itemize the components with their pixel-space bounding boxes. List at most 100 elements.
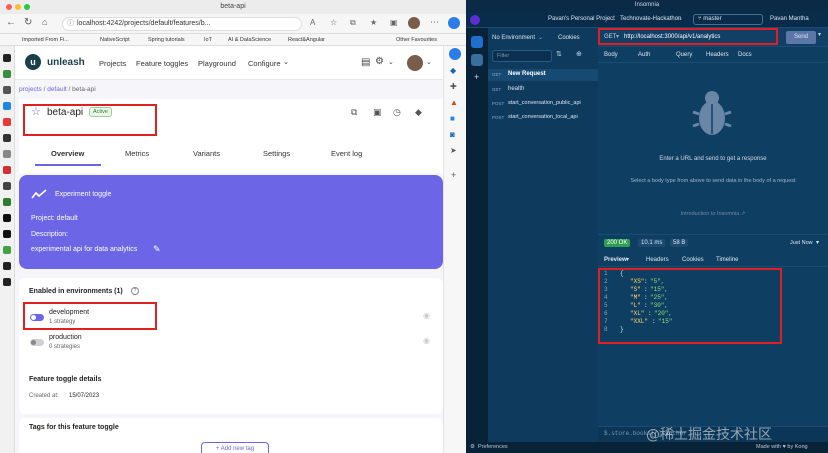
edit-pencil-icon[interactable]: ✎: [153, 244, 161, 255]
project-pp-icon[interactable]: [471, 54, 483, 66]
eye-icon[interactable]: ◉: [423, 336, 430, 345]
response-history-selector[interactable]: Just Now: [790, 240, 813, 246]
sidebar-app-icon[interactable]: [3, 150, 11, 158]
user-avatar[interactable]: [407, 55, 423, 71]
extensions-icon[interactable]: ⧉: [350, 18, 356, 28]
request-name[interactable]: health: [508, 86, 524, 92]
address-bar[interactable]: ⓘ localhost:4242/projects/default/featur…: [62, 17, 302, 31]
docs-icon[interactable]: ▤: [361, 57, 370, 68]
sidebar-app-icon[interactable]: [3, 278, 11, 286]
tools-icon[interactable]: ✚: [450, 82, 457, 91]
sidebar-app-icon[interactable]: [3, 214, 11, 222]
unleash-logo-icon[interactable]: u: [25, 54, 41, 70]
more-menu-icon[interactable]: ⋯: [430, 17, 439, 28]
add-sidebar-item-icon[interactable]: +: [451, 170, 456, 180]
sidebar-app-icon[interactable]: [3, 198, 11, 206]
send-icon[interactable]: ➤: [450, 146, 457, 155]
sidebar-app-icon[interactable]: [3, 54, 11, 62]
nav-playground[interactable]: Playground: [198, 59, 236, 68]
request-name[interactable]: New Request: [508, 71, 546, 77]
tab-headers[interactable]: Headers: [706, 52, 729, 58]
collections-icon[interactable]: ▣: [390, 18, 398, 27]
archive-icon[interactable]: ▣: [373, 107, 382, 118]
user-name[interactable]: Pavan Mantha: [770, 11, 809, 28]
chevron-down-icon[interactable]: ⌄: [426, 58, 432, 66]
request-name[interactable]: start_conversation_public_api: [508, 100, 581, 106]
send-options-icon[interactable]: ▾: [818, 31, 821, 38]
back-arrow-icon[interactable]: ←: [6, 17, 16, 28]
sidebar-app-icon[interactable]: [3, 230, 11, 238]
git-branch-selector[interactable]: ⑂ master: [693, 14, 763, 25]
minimize-window-button[interactable]: [15, 4, 21, 10]
insomnia-logo-icon[interactable]: [470, 15, 480, 25]
tab-response-cookies[interactable]: Cookies: [682, 257, 704, 263]
copy-icon[interactable]: ⧉: [351, 107, 357, 118]
home-icon[interactable]: [471, 36, 483, 48]
project-name[interactable]: Technovate-Hackathon: [620, 11, 681, 28]
bookmark-imported[interactable]: Imported From Fi...: [22, 34, 69, 46]
chevron-down-icon[interactable]: ▾: [626, 256, 629, 263]
breadcrumb-projects[interactable]: projects: [19, 86, 42, 93]
breadcrumb-default[interactable]: default: [47, 86, 67, 93]
favorite-star-icon[interactable]: ☆: [330, 18, 337, 27]
sort-icon[interactable]: ⇅: [556, 50, 568, 62]
site-info-icon[interactable]: ⓘ: [67, 18, 74, 30]
read-aloud-icon[interactable]: A: [310, 18, 315, 27]
gear-icon[interactable]: ⚙: [470, 442, 475, 453]
nav-configure[interactable]: Configure: [248, 59, 281, 68]
bookmark-other-favourites[interactable]: Other Favourites: [396, 34, 437, 46]
close-window-button[interactable]: [6, 4, 12, 10]
history-icon[interactable]: ◷: [393, 107, 401, 118]
tab-docs[interactable]: Docs: [738, 52, 752, 58]
sidebar-app-icon[interactable]: [3, 246, 11, 254]
games-icon[interactable]: ▲: [450, 98, 458, 107]
introduction-link[interactable]: Introduction to Insomnia ↗: [638, 211, 788, 217]
production-toggle[interactable]: [30, 339, 44, 346]
bookmark-ai-datascience[interactable]: AI & DataScience: [228, 34, 271, 46]
tab-preview[interactable]: Preview: [604, 257, 627, 263]
tag-icon[interactable]: ◆: [415, 107, 422, 118]
request-name[interactable]: start_conversation_local_api: [508, 114, 578, 120]
help-icon[interactable]: ?: [131, 287, 139, 295]
outlook-icon[interactable]: ◙: [450, 130, 455, 139]
shopping-icon[interactable]: ◆: [450, 66, 456, 75]
home-icon[interactable]: ⌂: [42, 17, 47, 27]
tab-body[interactable]: Body: [604, 52, 618, 58]
sidebar-app-icon[interactable]: [3, 262, 11, 270]
zoom-window-button[interactable]: [24, 4, 30, 10]
tab-settings[interactable]: Settings: [263, 149, 290, 158]
tab-event-log[interactable]: Event log: [331, 149, 362, 158]
sidebar-app-icon[interactable]: [3, 102, 11, 110]
eye-icon[interactable]: ◉: [423, 311, 430, 320]
office-icon[interactable]: ■: [450, 114, 455, 123]
tab-timeline[interactable]: Timeline: [716, 257, 738, 263]
chevron-down-icon[interactable]: ⌄: [538, 34, 543, 41]
bookmark-iot[interactable]: IoT: [204, 34, 212, 46]
add-project-icon[interactable]: +: [474, 72, 479, 82]
workspace-name[interactable]: Pavan's Personal Project: [548, 11, 615, 28]
environment-selector[interactable]: No Environment: [492, 35, 535, 41]
preferences-link[interactable]: Preferences: [478, 442, 508, 453]
reload-icon[interactable]: ↻: [24, 17, 32, 28]
tab-query[interactable]: Query: [676, 52, 692, 58]
cookies-button[interactable]: Cookies: [558, 35, 580, 41]
sidebar-app-icon[interactable]: [3, 118, 11, 126]
bookmark-nativescript[interactable]: NativeScript: [100, 34, 130, 46]
favorites-icon[interactable]: ★: [370, 18, 377, 27]
tab-overview[interactable]: Overview: [51, 149, 84, 158]
add-request-icon[interactable]: ⊕: [576, 50, 582, 58]
bookmark-react-angular[interactable]: React&Angular: [288, 34, 325, 46]
profile-avatar[interactable]: [408, 17, 420, 29]
gear-icon[interactable]: ⚙: [375, 56, 384, 67]
bing-icon[interactable]: [449, 48, 461, 60]
chevron-down-icon[interactable]: ⌄: [678, 11, 683, 28]
copilot-icon[interactable]: [448, 17, 460, 29]
tab-auth[interactable]: Auth: [638, 52, 650, 58]
nav-feature-toggles[interactable]: Feature toggles: [136, 59, 188, 68]
environment-name[interactable]: production: [49, 334, 82, 341]
send-button[interactable]: Send: [786, 31, 816, 44]
brand-name[interactable]: unleash: [47, 57, 85, 68]
tab-response-headers[interactable]: Headers: [646, 257, 669, 263]
sidebar-app-icon[interactable]: [3, 134, 11, 142]
bookmark-spring[interactable]: Spring tutorials: [148, 34, 185, 46]
